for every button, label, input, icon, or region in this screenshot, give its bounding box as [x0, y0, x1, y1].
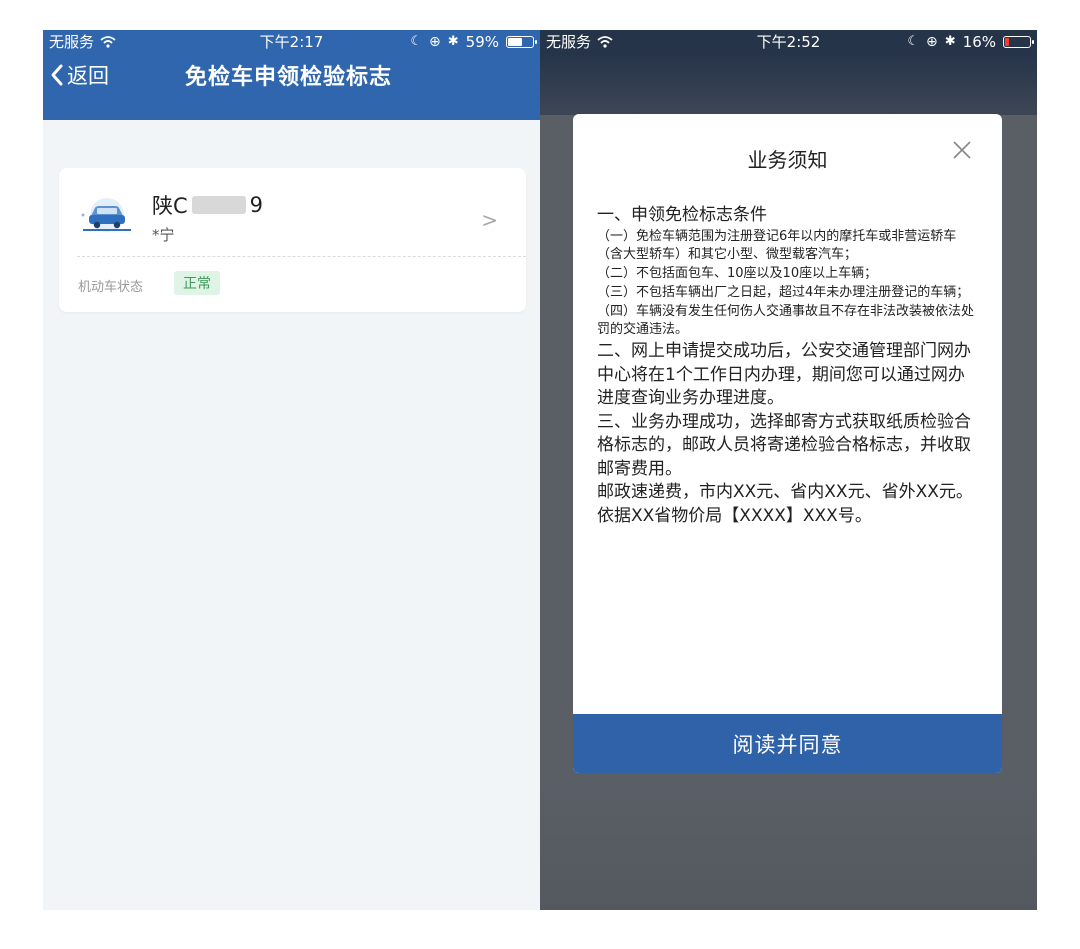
notice-paragraph: （四）车辆没有发生任何伤人交通事故且不存在非法改装被依法处罚的交通违法。 — [597, 303, 975, 338]
car-icon — [81, 198, 131, 232]
moon-icon: ☾ — [907, 34, 920, 49]
divider — [77, 256, 526, 257]
notice-paragraph: 邮政速递费，市内XX元、省内XX元、省外XX元。依据XX省物价局【XXXX】XX… — [597, 482, 973, 526]
back-button[interactable]: 返回 — [43, 60, 109, 90]
back-chevron-icon — [51, 64, 63, 86]
notice-paragraph: （二）不包括面包车、10座以及10座以上车辆； — [597, 266, 878, 282]
battery-icon — [506, 35, 537, 48]
vehicle-card[interactable]: 陕C 9 *宁 > 机动车状态 正常 — [59, 168, 526, 312]
agree-button[interactable]: 阅读并同意 — [573, 714, 1002, 773]
notice-paragraph: 三、业务办理成功，选择邮寄方式获取纸质检验合格标志的，邮政人员将寄递检验合格标志… — [597, 411, 971, 479]
wifi-icon — [100, 35, 116, 48]
dialog-title: 业务须知 — [747, 148, 828, 172]
notice-dialog: 业务须知 一、申领免检标志条件 （一）免检车辆范围为注册登记6年以内的摩托车或非营… — [573, 114, 1002, 773]
notice-paragraph: （一）免检车辆范围为注册登记6年以内的摩托车或非营运轿车（含大型轿车）和其它小型… — [597, 228, 957, 263]
carrier-label: 无服务 — [49, 33, 95, 51]
navbar: 返回 免检车申领检验标志 — [43, 53, 540, 97]
battery-percent: 59% — [465, 32, 499, 51]
notice-paragraph: （三）不包括车辆出厂之日起，超过4年未办理注册登记的车辆； — [597, 284, 970, 300]
battery-percent: 16% — [962, 32, 996, 51]
battery-icon — [1003, 35, 1034, 48]
bluetooth-icon: ✱ — [447, 34, 459, 49]
plate-number: 陕C 9 — [152, 193, 264, 218]
wifi-icon — [597, 35, 613, 48]
close-icon[interactable] — [952, 140, 972, 160]
plate-redaction — [191, 196, 246, 214]
carrier-label: 无服务 — [546, 33, 592, 51]
notice-screen: 无服务 下午2:52 ☾ ⊕ ✱ 16% 业务须知 一、申领免检标志条件 （一）免… — [540, 30, 1037, 910]
back-label: 返回 — [67, 64, 109, 88]
notice-paragraph: 二、网上申请提交成功后，公安交通管理部门网办中心将在1个工作日内办理，期间您可以… — [597, 341, 971, 409]
dimmed-background — [540, 780, 1037, 910]
lock-rotation-icon: ⊕ — [429, 33, 441, 50]
dimmed-header — [540, 53, 1037, 115]
moon-icon: ☾ — [410, 34, 423, 49]
status-badge: 正常 — [174, 271, 220, 295]
notice-content: 一、申领免检标志条件 （一）免检车辆范围为注册登记6年以内的摩托车或非营运轿车（含… — [597, 204, 980, 528]
bluetooth-icon: ✱ — [944, 34, 956, 49]
notice-paragraph: 一、申领免检标志条件 — [597, 205, 767, 225]
status-label: 机动车状态 — [78, 280, 144, 295]
lock-rotation-icon: ⊕ — [926, 33, 938, 50]
chevron-right-icon[interactable]: > — [481, 208, 498, 232]
vehicle-list-screen: 无服务 下午2:17 ☾ ⊕ ✱ 59% 返回 免检车申领检验标志 陕C 9 *… — [43, 30, 540, 910]
header: 无服务 下午2:17 ☾ ⊕ ✱ 59% 返回 免检车申领检验标志 — [43, 30, 540, 120]
status-bar: 无服务 下午2:17 ☾ ⊕ ✱ 59% — [43, 30, 540, 53]
owner-name: *宁 — [152, 226, 175, 244]
page-title: 免检车申领检验标志 — [185, 65, 393, 90]
status-bar: 无服务 下午2:52 ☾ ⊕ ✱ 16% — [540, 30, 1037, 53]
